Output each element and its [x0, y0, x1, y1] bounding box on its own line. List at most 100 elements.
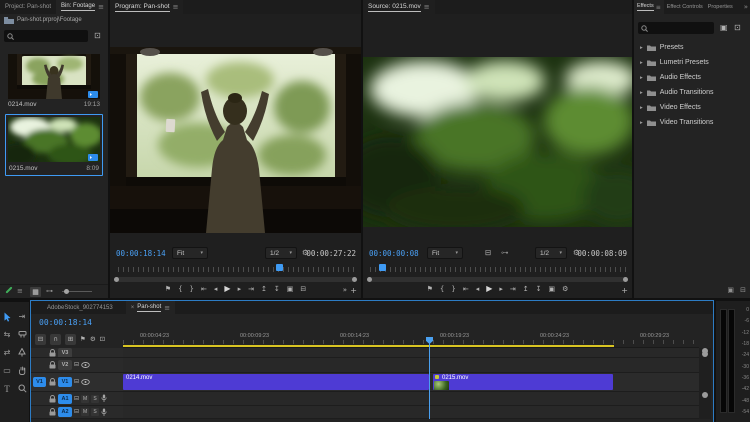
lock-icon[interactable] [49, 348, 56, 357]
program-scrollbar[interactable] [114, 277, 357, 282]
pen-tool[interactable] [15, 346, 29, 359]
timeline-vscrollbar[interactable] [701, 348, 709, 419]
tab-sequence-pan-shot[interactable]: × Pan-shot ≡ [125, 301, 176, 314]
tab-sequence-adobestock[interactable]: AdobeStock_902774153 [31, 301, 118, 314]
extract-icon[interactable]: ↧ [274, 285, 280, 293]
track-target-v1[interactable]: V1 [58, 377, 72, 387]
chevron-right-icon[interactable]: ▸ [640, 120, 643, 126]
scroll-handle-left[interactable] [367, 277, 372, 282]
source-zoom-select[interactable]: Fit ▾ [427, 247, 463, 259]
export-frame-icon[interactable]: ▣ [549, 285, 556, 293]
type-tool[interactable]: T [0, 382, 14, 395]
zoom-slider-handle[interactable] [64, 289, 69, 294]
effects-item-audio-effects[interactable]: ▸ Audio Effects [634, 70, 750, 85]
zoom-tool[interactable] [15, 382, 29, 395]
program-zoom-select[interactable]: Fit ▾ [172, 247, 208, 259]
add-marker-icon[interactable]: ⚑ [165, 285, 171, 293]
snap-magnet-icon[interactable]: ∩ [50, 334, 61, 345]
mute-button[interactable]: M [81, 408, 90, 416]
effects-item-audio-transitions[interactable]: ▸ Audio Transitions [634, 85, 750, 100]
chevron-right-icon[interactable]: ▸ [640, 75, 643, 81]
mark-out-icon[interactable]: } [190, 285, 194, 293]
effects-search-input[interactable] [638, 22, 714, 34]
tab-properties[interactable]: Properties [706, 0, 735, 14]
source-patch-v1[interactable]: V1 [33, 377, 46, 387]
scroll-handle-right[interactable] [623, 277, 628, 282]
tab-project[interactable]: Project: Pan-shot [0, 0, 56, 14]
step-back-icon[interactable]: ◂ [476, 285, 480, 293]
tab-effects[interactable]: Effects ≡ [634, 0, 664, 14]
lock-icon[interactable] [49, 361, 56, 369]
tab-source[interactable]: Source: 0215.mov ≡ [363, 0, 435, 14]
timeline-ruler[interactable]: 00:00:04:23 00:00:09:23 00:00:14:23 00:0… [123, 331, 699, 348]
timeline-clip-0214[interactable]: 0214.mov [123, 374, 429, 390]
panel-menu-icon[interactable]: ≡ [98, 3, 104, 11]
source-scrub-ruler[interactable] [369, 264, 626, 272]
open-bin-icon[interactable]: ⊡ [94, 32, 101, 40]
effects-item-video-effects[interactable]: ▸ Video Effects [634, 100, 750, 115]
play-icon[interactable]: ▶ [486, 285, 492, 293]
effects-item-lumetri-presets[interactable]: ▸ Lumetri Presets [634, 55, 750, 70]
mic-icon[interactable] [101, 408, 107, 417]
track-display-icon[interactable]: ⊟ [74, 409, 79, 415]
chevron-right-icon[interactable]: ▸ [640, 45, 643, 51]
track-display-icon[interactable]: ⊟ [74, 395, 79, 402]
overwrite-icon[interactable]: ↧ [536, 285, 542, 293]
chevron-right-icon[interactable]: ▸ [640, 105, 643, 111]
mute-button[interactable]: M [81, 394, 90, 403]
drag-av-icon[interactable]: ⊶ [501, 249, 509, 257]
track-target-a2[interactable]: A2 [58, 407, 72, 417]
panel-menu-icon[interactable]: ≡ [173, 3, 179, 11]
go-to-out-icon[interactable]: ⇥ [510, 285, 516, 293]
track-display-icon[interactable]: ⊟ [74, 379, 79, 385]
freeform-view-icon[interactable]: ⊶ [46, 288, 53, 295]
linked-selection-icon[interactable]: ⊞ [65, 334, 76, 345]
button-editor-icon[interactable]: + [350, 287, 357, 295]
go-to-in-icon[interactable]: ⇤ [463, 285, 469, 293]
lock-icon[interactable] [49, 394, 56, 403]
eye-icon[interactable] [81, 362, 90, 368]
program-resolution-select[interactable]: 1/2 ▾ [265, 247, 297, 259]
accelerated-effects-icon[interactable]: ▣ [720, 24, 728, 32]
timeline-settings-icon[interactable]: ⚙ [90, 336, 96, 343]
breadcrumb[interactable]: Pan-shot.prproj\Footage [4, 16, 82, 24]
source-scrollbar[interactable] [367, 277, 628, 282]
bin-clip-0215[interactable]: 0215.mov 8:09 [5, 114, 103, 176]
work-area-bar[interactable] [123, 345, 614, 347]
insert-sequence-icon[interactable]: ⊟ [35, 334, 46, 345]
project-search-input[interactable] [4, 30, 88, 42]
panel-menu-icon[interactable]: ≡ [424, 3, 430, 11]
chevron-right-icon[interactable]: ▸ [640, 90, 643, 96]
track-target-v2[interactable]: V2 [58, 360, 72, 370]
mic-icon[interactable] [101, 394, 107, 403]
button-editor-icon[interactable]: + [621, 287, 628, 295]
rectangle-tool[interactable]: ▭ [0, 364, 14, 377]
source-timecode[interactable]: 00:00:00:08 [369, 249, 419, 258]
solo-button[interactable]: S [91, 394, 100, 403]
display-mode-icon[interactable]: ⊟ [485, 249, 491, 257]
pen-icon[interactable] [5, 286, 13, 294]
list-view-icon[interactable]: ≡ [17, 288, 23, 295]
source-resolution-select[interactable]: 1/2 ▾ [535, 247, 567, 259]
go-to-out-icon[interactable]: ⇥ [248, 285, 254, 293]
zoom-slider[interactable] [62, 289, 92, 294]
delete-icon[interactable]: ⊟ [740, 287, 746, 294]
insert-icon[interactable]: ↥ [523, 285, 529, 293]
hand-tool[interactable] [15, 364, 29, 377]
add-marker-icon[interactable]: ⚑ [427, 285, 433, 293]
effects-item-video-transitions[interactable]: ▸ Video Transitions [634, 115, 750, 130]
export-frame-icon[interactable]: ▣ [287, 285, 294, 293]
captions-icon[interactable]: ⊡ [100, 336, 105, 343]
track-target-a1[interactable]: A1 [58, 393, 72, 404]
slip-tool[interactable]: ⇄ [0, 346, 14, 359]
comparison-view-icon[interactable]: ⊟ [300, 285, 306, 293]
lock-icon[interactable] [49, 408, 56, 416]
play-icon[interactable]: ▶ [224, 285, 230, 293]
add-marker-icon[interactable]: ⚑ [80, 336, 86, 343]
scroll-handle-left[interactable] [114, 277, 119, 282]
step-back-icon[interactable]: ◂ [214, 285, 218, 293]
track-display-icon[interactable]: ⊟ [74, 362, 79, 368]
acceleration-filter-icon[interactable]: ⊡ [734, 24, 741, 32]
track-select-forward-tool[interactable]: ⇥ [15, 310, 29, 323]
mark-in-icon[interactable]: { [440, 285, 444, 293]
